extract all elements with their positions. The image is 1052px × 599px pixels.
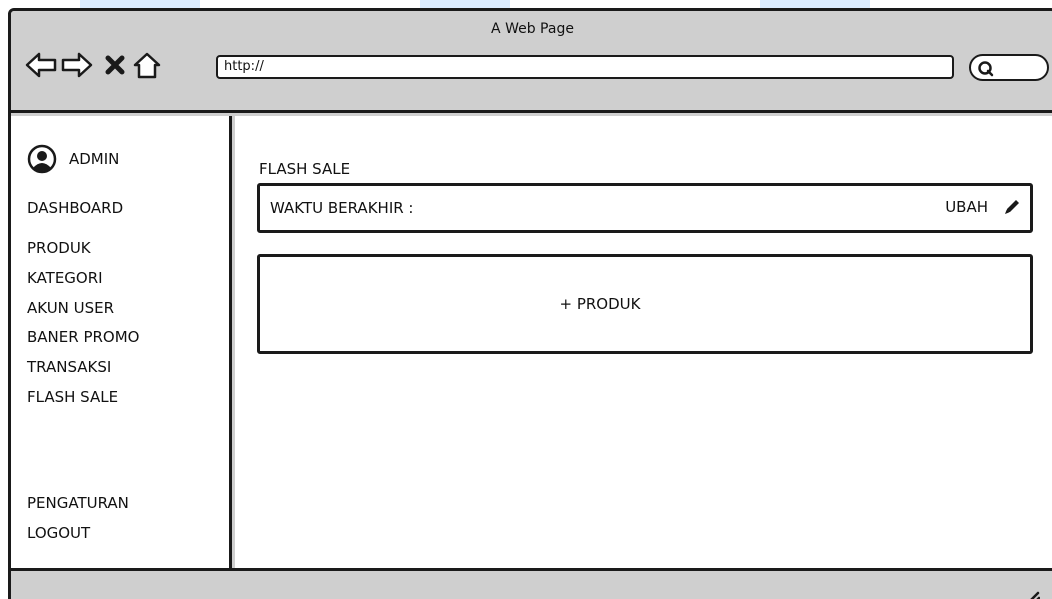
search-icon [978,61,994,77]
stop-button[interactable] [99,49,131,81]
sidebar-item-baner-promo[interactable]: BANER PROMO [27,328,139,346]
home-icon [133,52,161,79]
end-time-panel: WAKTU BERAKHIR : UBAH [257,183,1033,233]
user-avatar-icon [27,144,57,174]
browser-toolbar: A Web Page http:// [11,11,1052,113]
search-button[interactable] [969,54,1049,81]
add-product-button[interactable]: + PRODUK [257,254,1033,354]
end-time-label: WAKTU BERAKHIR : [270,199,414,217]
sidebar-item-dashboard[interactable]: DASHBOARD [27,199,123,217]
sidebar-item-pengaturan[interactable]: PENGATURAN [27,494,129,512]
admin-profile[interactable]: ADMIN [27,144,119,174]
back-arrow-icon [25,52,57,78]
forward-button[interactable] [61,49,93,81]
sidebar: ADMIN DASHBOARD PRODUK KATEGORI AKUN USE… [11,116,232,568]
sidebar-item-flash-sale[interactable]: FLASH SALE [27,388,118,406]
add-product-label: + PRODUK [559,295,641,313]
sidebar-item-transaksi[interactable]: TRANSAKSI [27,358,111,376]
sidebar-item-produk[interactable]: PRODUK [27,239,91,257]
screen: A Web Page http:// ADMIN DASHBOARD PRODU… [0,0,1052,599]
url-input[interactable]: http:// [216,55,954,79]
sidebar-item-akun-user[interactable]: AKUN USER [27,299,114,317]
edit-label: UBAH [945,198,988,216]
close-x-icon [105,55,125,75]
window-title: A Web Page [491,21,574,37]
resize-grip-icon[interactable] [1024,589,1040,599]
edit-button[interactable]: UBAH [945,197,1022,217]
pencil-icon [1005,200,1019,214]
sidebar-item-kategori[interactable]: KATEGORI [27,269,103,287]
admin-label: ADMIN [69,150,120,168]
forward-arrow-icon [61,52,93,78]
main-content: FLASH SALE WAKTU BERAKHIR : UBAH + PRODU… [235,116,1052,568]
browser-window: A Web Page http:// ADMIN DASHBOARD PRODU… [8,8,1052,599]
back-button[interactable] [25,49,57,81]
status-bar [11,568,1052,599]
page-title: FLASH SALE [259,160,351,178]
home-button[interactable] [131,49,163,81]
sidebar-item-logout[interactable]: LOGOUT [27,524,90,542]
